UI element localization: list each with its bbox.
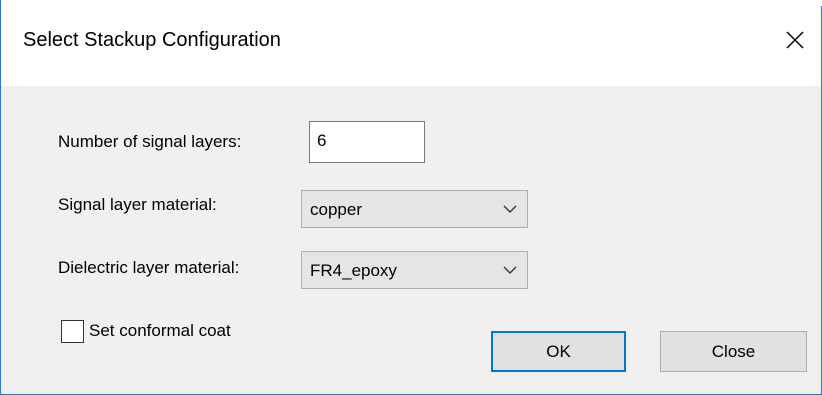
dialog-title: Select Stackup Configuration [23,29,281,51]
dielectric-material-select[interactable]: FR4_epoxy [301,251,528,289]
conformal-coat-checkbox[interactable] [61,319,84,343]
close-icon-glyph [786,31,804,49]
dielectric-material-value: FR4_epoxy [310,261,397,280]
signal-layers-label: Number of signal layers: [58,132,242,151]
conformal-coat-option[interactable]: Set conformal coat [61,318,231,344]
conformal-coat-label: Set conformal coat [89,321,231,340]
signal-material-label: Signal layer material: [58,195,217,214]
ok-button[interactable]: OK [491,331,626,372]
close-button[interactable]: Close [660,331,807,372]
signal-material-value: copper [310,200,362,219]
stackup-dialog: Select Stackup Configuration Number of s… [0,0,822,395]
signal-material-select[interactable]: copper [301,190,528,228]
close-icon[interactable] [777,22,813,58]
signal-layers-input[interactable]: 6 [309,121,425,163]
chevron-down-icon [503,266,517,274]
title-bar[interactable]: Select Stackup Configuration [1,6,821,86]
chevron-down-icon [503,205,517,213]
dielectric-material-label: Dielectric layer material: [58,258,240,277]
